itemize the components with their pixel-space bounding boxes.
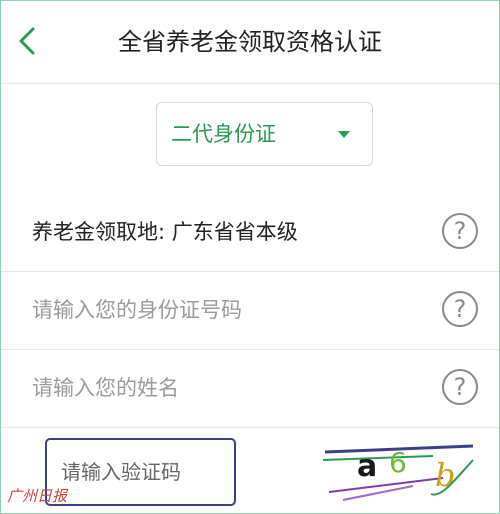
name-input[interactable] (32, 349, 412, 427)
pension-location-label: 养老金领取地: 广东省省本级 (32, 220, 298, 244)
question-circle-icon[interactable]: ? (441, 212, 479, 250)
svg-text:?: ? (454, 373, 467, 401)
newspaper-seal-logo: 广州日报 (7, 487, 69, 505)
name-row: ? (1, 349, 499, 428)
svg-text:?: ? (454, 295, 467, 323)
pension-location-row: 养老金领取地: 广东省省本级 ? (1, 193, 499, 272)
id-type-value: 二代身份证 (171, 122, 276, 146)
question-circle-icon[interactable]: ? (441, 368, 479, 406)
question-circle-icon[interactable]: ? (441, 290, 479, 328)
captcha-image[interactable]: a 6 b (323, 438, 483, 504)
page-title: 全省养老金领取资格认证 (118, 28, 382, 56)
caret-down-icon (338, 131, 350, 138)
chevron-left-icon (19, 27, 35, 55)
back-button[interactable] (11, 21, 47, 61)
captcha-input[interactable] (45, 438, 236, 506)
svg-text:广州日报: 广州日报 (7, 487, 69, 505)
svg-text:a: a (357, 449, 377, 484)
svg-text:b: b (435, 456, 455, 494)
id-number-input[interactable] (32, 271, 412, 349)
id-number-row: ? (1, 271, 499, 350)
svg-text:?: ? (454, 217, 467, 245)
svg-text:6: 6 (389, 446, 407, 479)
app-screen: 全省养老金领取资格认证 二代身份证 养老金领取地: 广东省省本级 ? ? ? a (0, 0, 500, 514)
title-bar: 全省养老金领取资格认证 (1, 1, 499, 84)
id-type-select[interactable]: 二代身份证 (156, 102, 373, 166)
